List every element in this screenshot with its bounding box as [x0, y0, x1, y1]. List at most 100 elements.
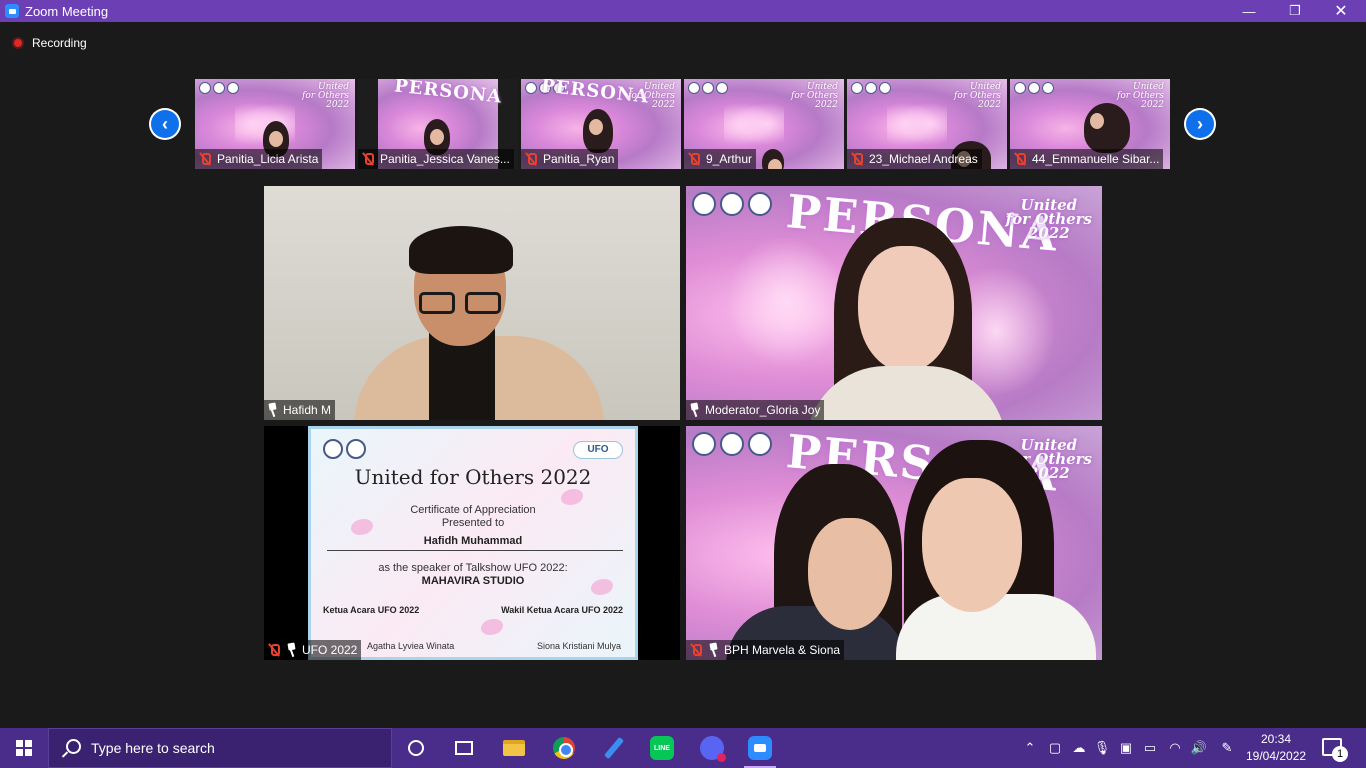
window-titlebar: Zoom Meeting	[0, 0, 1366, 22]
task-view-button[interactable]	[440, 728, 488, 768]
recording-icon	[12, 37, 24, 49]
task-view-icon	[455, 741, 473, 755]
mic-muted-icon	[687, 152, 701, 166]
meet-now-icon[interactable]: ▢	[1044, 728, 1066, 768]
mic-muted-icon	[850, 152, 864, 166]
participant-name: Panitia_Jessica Vanes...	[380, 152, 510, 166]
battery-icon[interactable]: ▭	[1140, 728, 1160, 768]
org-logos	[1014, 82, 1054, 94]
united-watermark: United for Others 2022	[1117, 82, 1164, 110]
certificate-signer-left: Agatha Lyviea Winata	[367, 641, 455, 651]
pin-icon	[267, 403, 277, 417]
united-watermark: United for Others 2022	[628, 82, 675, 110]
chrome-icon	[553, 737, 575, 759]
org-logos	[851, 82, 891, 94]
video-tile-gloria[interactable]: PERSONA Unitedfor Others2022 Moderator_G…	[686, 186, 1102, 420]
participant-name-tag: 23_Michael Andreas	[847, 149, 982, 169]
certificate-studio: MAHAVIRA STUDIO	[421, 575, 525, 587]
folder-icon	[503, 740, 525, 756]
zoom-app-icon	[5, 4, 19, 18]
close-button[interactable]: ✕	[1318, 0, 1364, 22]
recording-indicator[interactable]: Recording	[12, 35, 87, 51]
volume-icon[interactable]: 🔊	[1188, 728, 1210, 768]
cortana-button[interactable]	[392, 728, 440, 768]
participant-name: BPH Marvela & Siona	[724, 643, 841, 657]
pen-app-button[interactable]	[590, 728, 638, 768]
certificate-title: United for Others 2022	[354, 465, 592, 489]
participant-face	[922, 478, 1022, 612]
discord-button[interactable]	[688, 728, 736, 768]
recording-label: Recording	[32, 36, 87, 50]
participant-face	[808, 518, 892, 630]
participant-thumbnail[interactable]: United for Others 2022 23_Michael Andreas	[847, 79, 1007, 169]
onedrive-icon[interactable]: ☁	[1068, 728, 1090, 768]
participant-name-tag: 9_Arthur	[684, 149, 757, 169]
participant-name-tag: Panitia_Jessica Vanes...	[358, 149, 514, 169]
maximize-button[interactable]: ❐	[1272, 0, 1318, 22]
windows-taskbar: Type here to search LINE ⌃ ▢ ☁ 🎙 ▣ ▭ ◠ 🔊…	[0, 728, 1366, 768]
participant-name: 44_Emmanuelle Sibar...	[1032, 152, 1160, 166]
speaker-hair	[409, 226, 513, 274]
pen-workspace-icon[interactable]: ✎	[1216, 728, 1238, 768]
mic-muted-icon	[1013, 152, 1027, 166]
start-button[interactable]	[0, 728, 48, 768]
show-hidden-icons-button[interactable]: ⌃	[1020, 728, 1040, 768]
clock-time: 20:34	[1260, 732, 1292, 746]
chrome-button[interactable]	[540, 728, 588, 768]
system-clock[interactable]: 20:34 19/04/2022	[1246, 731, 1306, 765]
participant-name-tag: Moderator_Gloria Joy	[686, 400, 825, 420]
participant-name-tag: UFO 2022	[264, 640, 362, 660]
participant-name: UFO 2022	[302, 643, 358, 657]
participant-thumbnail[interactable]: PERSONA United for Others 2022 Panitia_Rya…	[521, 79, 681, 169]
certificate-heading: Certificate of Appreciation	[410, 504, 536, 516]
org-logos	[692, 192, 772, 216]
windows-logo-icon	[16, 740, 32, 756]
speaker-glasses	[419, 292, 501, 314]
taskbar-search[interactable]: Type here to search	[48, 728, 392, 768]
pin-icon	[708, 643, 718, 657]
united-watermark: United for Others 2022	[302, 82, 349, 110]
participant-name: Panitia_Licia Arista	[217, 152, 319, 166]
mic-muted-icon	[198, 152, 212, 166]
next-page-button[interactable]: ›	[1184, 108, 1216, 140]
microphone-icon[interactable]: 🎙	[1092, 728, 1112, 768]
previous-page-button[interactable]: ‹	[149, 108, 181, 140]
org-logos	[688, 82, 728, 94]
zoom-taskbar-button[interactable]	[736, 728, 784, 768]
butterfly-graphic	[887, 99, 947, 149]
video-tile-bph[interactable]: PERSONA United for Others 2022 BPH Marvela…	[686, 426, 1102, 660]
united-watermark: United for Others 2022	[791, 82, 838, 110]
wifi-icon[interactable]: ◠	[1164, 728, 1186, 768]
participant-name: Panitia_Ryan	[543, 152, 615, 166]
cortana-icon	[408, 740, 424, 756]
participant-name-tag: 44_Emmanuelle Sibar...	[1010, 149, 1164, 169]
pin-icon	[689, 403, 699, 417]
participant-thumbnail[interactable]: United for Others 2022 Panitia_Licia Arist…	[195, 79, 355, 169]
certificate-role-right: Wakil Ketua Acara UFO 2022	[501, 605, 623, 615]
participant-thumbnail[interactable]: United for Others 2022 9_Arthur	[684, 79, 844, 169]
remote-icon[interactable]: ▣	[1116, 728, 1136, 768]
line-app-button[interactable]: LINE	[638, 728, 686, 768]
butterfly-graphic	[561, 489, 583, 505]
video-tile-ufo[interactable]: UFO United for Others 2022 Certificate o…	[264, 426, 680, 660]
discord-icon	[700, 736, 726, 762]
certificate-speaker-line: as the speaker of Talkshow UFO 2022:	[378, 562, 568, 574]
participant-name: 23_Michael Andreas	[869, 152, 978, 166]
united-watermark: United for Others 2022	[1005, 196, 1092, 242]
participant-video	[583, 109, 613, 153]
video-tile-hafidh[interactable]: Hafidh M	[264, 186, 680, 420]
notification-count-badge: 1	[1332, 746, 1348, 762]
united-watermark: United for Others 2022	[954, 82, 1001, 110]
certificate-presented: Presented to	[441, 517, 505, 529]
certificate-signer-right: Siona Kristiani Mulya	[536, 641, 621, 651]
participant-name: Moderator_Gloria Joy	[705, 403, 821, 417]
participant-thumbnail[interactable]: United for Others 2022 44_Emmanuelle Sibar…	[1010, 79, 1170, 169]
persona-watermark: PERSONA	[393, 79, 504, 108]
participant-thumbnail[interactable]: PERSONA Panitia_Jessica Vanes...	[358, 79, 518, 169]
minimize-button[interactable]: —	[1226, 0, 1272, 22]
file-explorer-button[interactable]	[490, 728, 538, 768]
pin-icon	[286, 643, 296, 657]
certificate-role-left: Ketua Acara UFO 2022	[323, 605, 420, 615]
participant-name: 9_Arthur	[706, 152, 753, 166]
butterfly-glow	[726, 236, 846, 366]
